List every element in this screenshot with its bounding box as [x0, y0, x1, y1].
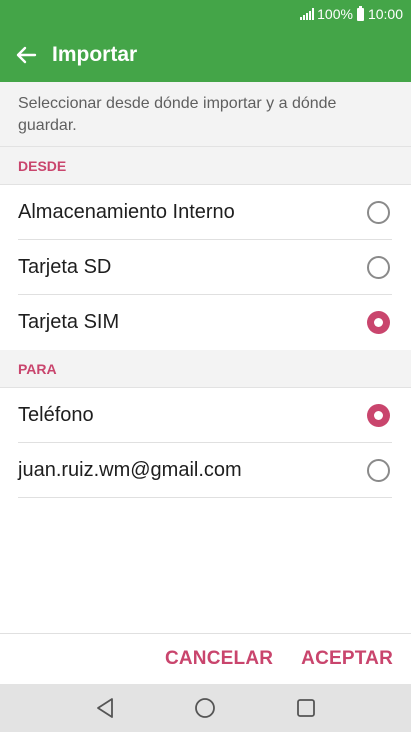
option-label: Tarjeta SIM — [18, 311, 120, 333]
option-tarjeta-sd[interactable]: Tarjeta SD — [18, 240, 392, 295]
circle-home-icon — [195, 698, 216, 718]
signal-icon — [300, 8, 315, 20]
square-recents-icon — [296, 699, 315, 717]
dialog-button-bar: CANCELAR ACEPTAR — [0, 633, 411, 684]
section-header-desde: DESDE — [0, 147, 411, 185]
radio-button[interactable] — [367, 255, 390, 279]
app-bar: Importar — [0, 28, 411, 82]
nav-recents-button[interactable] — [286, 688, 326, 728]
option-almacenamiento-interno[interactable]: Almacenamiento Interno — [18, 185, 392, 240]
battery-percentage: 100% — [317, 6, 353, 22]
radio-button[interactable] — [367, 458, 390, 482]
clock: 10:00 — [367, 6, 403, 22]
nav-home-button[interactable] — [185, 688, 225, 728]
description-text: Seleccionar desde dónde importar y a dón… — [0, 82, 411, 147]
radio-button[interactable] — [367, 200, 390, 224]
nav-back-button[interactable] — [85, 688, 125, 728]
triangle-back-icon — [97, 698, 114, 718]
accept-button[interactable]: ACEPTAR — [301, 648, 393, 670]
cancel-button[interactable]: CANCELAR — [165, 648, 273, 670]
radio-button-selected[interactable] — [367, 311, 390, 334]
arrow-left-icon — [16, 46, 37, 64]
option-tarjeta-sim[interactable]: Tarjeta SIM — [18, 295, 392, 350]
battery-icon — [356, 5, 364, 21]
option-label: Teléfono — [18, 403, 94, 426]
status-bar: 100% 10:00 — [0, 0, 411, 28]
option-label: juan.ruiz.wm@gmail.com — [18, 458, 242, 481]
radio-button-selected[interactable] — [367, 403, 390, 427]
option-label: Tarjeta SD — [18, 255, 112, 278]
option-label: Almacenamiento Interno — [18, 200, 235, 223]
option-google-account[interactable]: juan.ruiz.wm@gmail.com — [18, 443, 392, 498]
page-title: Importar — [52, 43, 138, 66]
section-header-para: PARA — [0, 350, 411, 388]
option-telefono[interactable]: Teléfono — [18, 388, 392, 443]
navigation-bar — [0, 684, 411, 732]
back-button[interactable] — [0, 28, 52, 82]
